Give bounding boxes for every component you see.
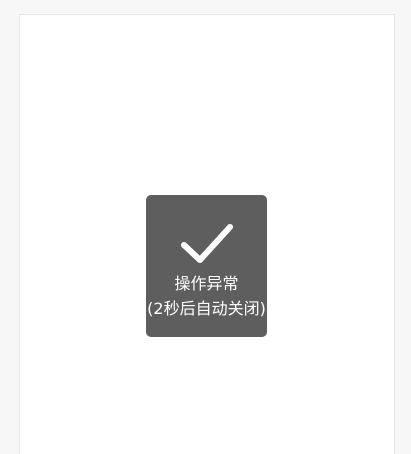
toast-countdown-text: (2秒后自动关闭) <box>147 299 266 318</box>
checkmark-icon <box>181 224 233 263</box>
toast-notification: 操作异常 (2秒后自动关闭) <box>146 195 267 337</box>
toast-message: 操作异常 <box>174 274 239 293</box>
